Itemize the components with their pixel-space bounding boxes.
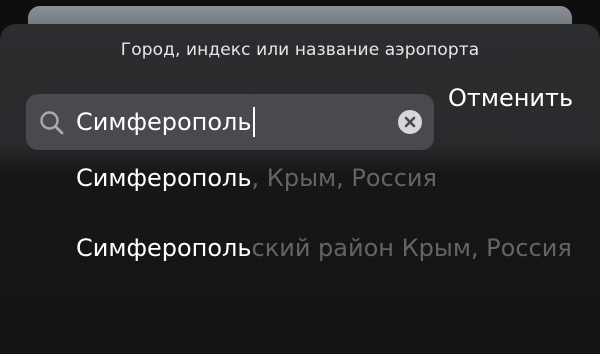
screen: Город, индекс или название аэропорта Сим… <box>0 0 600 354</box>
search-text-wrap: Симферополь <box>76 106 255 138</box>
suggestion-item[interactable]: Симферополь, Крым, Россия <box>76 162 437 194</box>
clear-icon[interactable] <box>398 110 422 134</box>
search-value: Симферополь <box>76 108 252 136</box>
suggestion-rest: ский район Крым, Россия <box>251 234 572 262</box>
suggestion-item[interactable]: Симферопольский район Крым, Россия <box>76 232 572 264</box>
search-input[interactable]: Симферополь <box>26 94 434 150</box>
sheet-title: Город, индекс или название аэропорта <box>120 40 480 60</box>
suggestion-match: Симферополь <box>76 234 252 262</box>
suggestion-rest: , Крым, Россия <box>251 164 437 192</box>
text-caret <box>252 107 255 137</box>
search-icon <box>38 109 66 137</box>
cancel-button[interactable]: Отменить <box>448 82 573 114</box>
suggestion-match: Симферополь <box>76 164 252 192</box>
